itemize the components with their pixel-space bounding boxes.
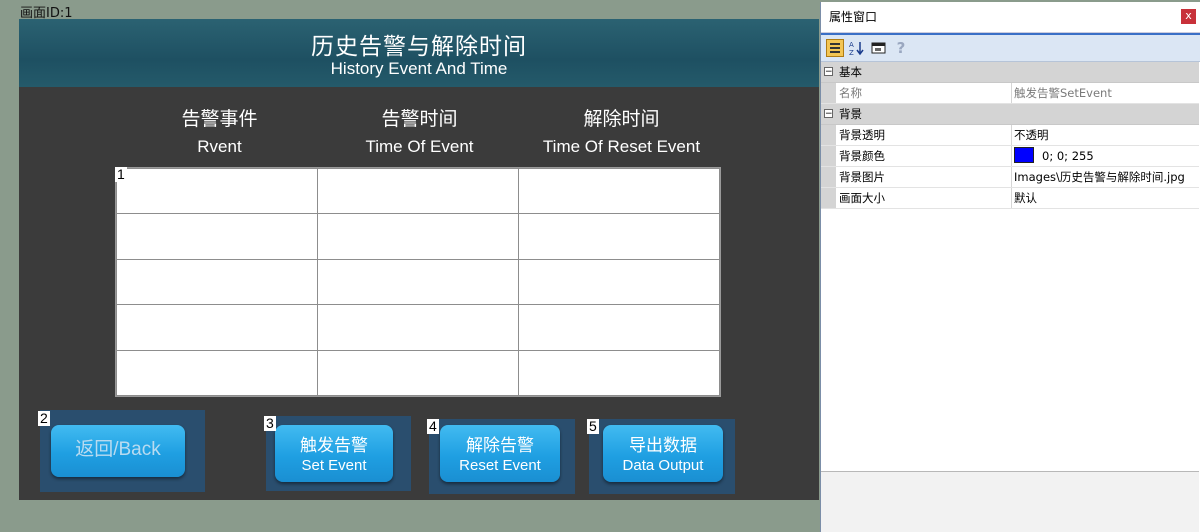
table-cell: [317, 167, 519, 215]
property-row-background-color[interactable]: 背景颜色 0; 0; 255: [821, 146, 1199, 167]
table-row: [116, 167, 720, 215]
row-gutter: [821, 167, 836, 187]
column-header-event-time-en: Time Of Event: [365, 137, 474, 156]
table-cell: [518, 258, 720, 306]
property-key-screen-size: 画面大小: [839, 188, 1012, 208]
category-basic-label: 基本: [839, 65, 862, 79]
property-toolbar: AZ ?: [821, 33, 1200, 62]
property-key-background-image: 背景图片: [839, 167, 1012, 187]
set-event-button-label-en: Set Event: [301, 457, 367, 474]
data-output-button-label-cn: 导出数据: [629, 436, 697, 456]
table-cell: [518, 349, 720, 397]
category-basic[interactable]: − 基本: [821, 62, 1199, 83]
table-cell: [518, 167, 720, 215]
property-window-titlebar: 属性窗口 x: [821, 2, 1200, 33]
page-title-en: History Event And Time: [330, 59, 508, 78]
column-header-event-en: Rvent: [197, 137, 242, 156]
property-key-name: 名称: [839, 83, 1012, 103]
property-value-background-color[interactable]: 0; 0; 255: [1014, 146, 1094, 166]
reset-event-button[interactable]: 解除告警 Reset Event: [440, 425, 560, 482]
table-cell: [317, 349, 519, 397]
property-value-background-transparency[interactable]: 不透明: [1014, 125, 1049, 145]
column-header-event-time-cn: 告警时间: [381, 108, 458, 130]
property-value-background-image[interactable]: Images\历史告警与解除时间.jpg: [1014, 167, 1185, 187]
row-gutter: [821, 146, 836, 166]
object-id-marker-3: 3: [264, 415, 276, 431]
svg-text:Z: Z: [849, 49, 854, 57]
canvas-header: 历史告警与解除时间 History Event And Time: [19, 19, 819, 87]
property-value-name[interactable]: 触发告警SetEvent: [1014, 83, 1112, 103]
table-cell: [518, 304, 720, 351]
column-header-event: 告警事件 Rvent: [119, 104, 320, 157]
back-button[interactable]: 返回/Back: [51, 425, 185, 477]
data-output-button[interactable]: 导出数据 Data Output: [603, 425, 723, 482]
object-id-marker-5: 5: [587, 418, 599, 434]
table-row: [116, 213, 720, 260]
table-cell: [116, 213, 318, 260]
property-window: 属性窗口 x AZ ? − 基本 名称 触发告警SetEvent − 背景 背景…: [820, 2, 1200, 532]
object-id-marker-4: 4: [427, 418, 439, 434]
table-cell: [116, 349, 318, 397]
table-row: [116, 349, 720, 397]
column-header-reset-time-cn: 解除时间: [583, 108, 660, 130]
set-event-button-label-cn: 触发告警: [300, 436, 368, 456]
property-value-screen-size[interactable]: 默认: [1014, 188, 1037, 208]
column-header-reset-time-en: Time Of Reset Event: [542, 137, 701, 156]
column-header-reset-time: 解除时间 Time Of Reset Event: [521, 104, 722, 157]
collapse-icon[interactable]: −: [824, 67, 833, 77]
table-cell: [116, 167, 318, 215]
column-header-event-time: 告警时间 Time Of Event: [319, 104, 520, 157]
table-cell: [518, 213, 720, 260]
row-gutter: [821, 125, 836, 145]
categorized-view-icon[interactable]: [826, 39, 844, 57]
reset-event-button-label-en: Reset Event: [459, 457, 541, 474]
table-row: [116, 304, 720, 351]
set-event-button[interactable]: 触发告警 Set Event: [275, 425, 393, 482]
close-button[interactable]: x: [1181, 9, 1196, 24]
property-row-background-transparency[interactable]: 背景透明 不透明: [821, 125, 1199, 146]
table-row: [116, 258, 720, 306]
color-swatch[interactable]: [1014, 147, 1034, 163]
property-row-name[interactable]: 名称 触发告警SetEvent: [821, 83, 1199, 104]
data-output-button-label-en: Data Output: [622, 457, 704, 474]
column-header-event-cn: 告警事件: [181, 108, 258, 130]
property-description-panel: [821, 471, 1199, 532]
property-key-background-transparency: 背景透明: [839, 125, 1012, 145]
svg-text:A: A: [849, 41, 854, 49]
table-cell: [116, 258, 318, 306]
table-cell: [116, 304, 318, 351]
event-table[interactable]: [115, 167, 721, 397]
property-pages-icon[interactable]: [870, 39, 888, 57]
category-background-label: 背景: [839, 107, 862, 121]
object-id-marker-2: 2: [38, 410, 50, 426]
help-icon[interactable]: ?: [892, 39, 910, 57]
color-value-text: 0; 0; 255: [1042, 149, 1094, 163]
design-canvas[interactable]: 历史告警与解除时间 History Event And Time 告警事件 Rv…: [19, 19, 819, 500]
page-title-cn: 历史告警与解除时间: [311, 34, 527, 60]
property-row-screen-size[interactable]: 画面大小 默认: [821, 188, 1199, 209]
table-cell: [317, 258, 519, 306]
sort-alphabetical-icon[interactable]: AZ: [848, 39, 866, 57]
row-gutter: [821, 83, 836, 103]
table-cell: [317, 304, 519, 351]
row-gutter: [821, 188, 836, 208]
property-grid: − 基本 名称 触发告警SetEvent − 背景 背景透明 不透明 背景颜色 …: [821, 62, 1199, 209]
reset-event-button-label-cn: 解除告警: [466, 436, 534, 456]
property-key-background-color: 背景颜色: [839, 146, 1012, 166]
property-row-background-image[interactable]: 背景图片 Images\历史告警与解除时间.jpg: [821, 167, 1199, 188]
property-window-title: 属性窗口: [829, 10, 878, 24]
collapse-icon[interactable]: −: [824, 109, 833, 119]
category-background[interactable]: − 背景: [821, 104, 1199, 125]
table-cell: [317, 213, 519, 260]
object-id-marker-1: 1: [115, 166, 127, 182]
